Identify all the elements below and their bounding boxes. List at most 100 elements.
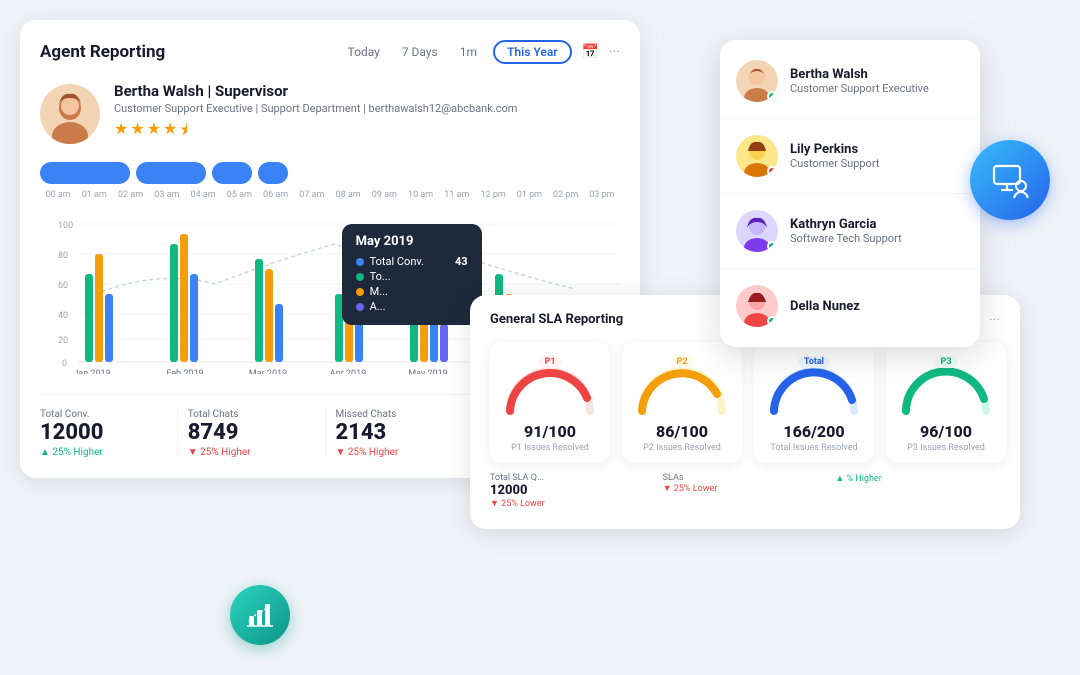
tl-11am: 11 am (439, 190, 475, 200)
dropdown-item-della[interactable]: Della Nunez (720, 273, 980, 339)
float-chart-button[interactable] (230, 585, 290, 645)
svg-text:20: 20 (58, 336, 68, 346)
header-nav: Today 7 Days 1m This Year 📅 ··· (342, 40, 620, 64)
stat-change-3: ▼ 25% Higher (336, 447, 463, 458)
gauge-p1: P1 91/100 P1 Issues Resolved (490, 342, 610, 463)
float-monitor-person-button[interactable] (970, 140, 1050, 220)
stat-value-3: 2143 (336, 422, 463, 444)
gauge-sub-p3: P3 Issues Resolved (907, 443, 985, 453)
tl-06am: 06 am (258, 190, 294, 200)
star-2: ★ (130, 119, 144, 146)
tooltip-dot-blue (356, 258, 364, 266)
tooltip-row-1: Total Conv. 43 (356, 255, 468, 268)
sla-title: General SLA Reporting (490, 312, 623, 327)
nav-today[interactable]: Today (342, 43, 386, 61)
avatar-bertha (736, 60, 778, 102)
stat-missed-chats: Missed Chats 2143 ▼ 25% Higher (326, 409, 474, 458)
sla-stat-label-1: Total SLA Q... (490, 473, 544, 483)
dropdown-divider-2 (720, 193, 980, 194)
gauge-value-p3: 96/100 (920, 422, 972, 441)
nav-1m[interactable]: 1m (454, 43, 483, 61)
timeline-pill-2 (136, 162, 206, 184)
stat-total-conv: Total Conv. 12000 ▲ 25% Higher (40, 409, 178, 458)
gauge-wrapper-p2: P2 (632, 356, 732, 416)
dropdown-name-della: Della Nunez (790, 299, 860, 314)
dropdown-item-bertha[interactable]: Bertha Walsh Customer Support Executive (720, 48, 980, 114)
dropdown-info-kathryn: Kathryn Garcia Software Tech Support (790, 217, 902, 245)
stat-label-1: Total Conv. (40, 409, 167, 420)
tl-04am: 04 am (185, 190, 221, 200)
dropdown-info-bertha: Bertha Walsh Customer Support Executive (790, 67, 929, 95)
dropdown-name-kathryn: Kathryn Garcia (790, 217, 902, 232)
tooltip-dot-green (356, 273, 364, 281)
gauge-badge-p3: P3 (935, 356, 958, 368)
status-dot-della (767, 316, 777, 326)
avatar-kathryn (736, 210, 778, 252)
gauge-value-p2: 86/100 (656, 422, 708, 441)
sla-stat-1: Total SLA Q... 12000 ▼ 25% Lower (490, 473, 655, 509)
agent-name: Bertha Walsh | Supervisor (114, 82, 517, 100)
agent-dropdown: Bertha Walsh Customer Support Executive … (720, 40, 980, 347)
gauge-sub-total: Total Issues Resolved (770, 443, 857, 453)
calendar-icon[interactable]: 📅 (582, 44, 599, 60)
gauges-row: P1 91/100 P1 Issues Resolved P2 86/100 P… (490, 342, 1000, 463)
sla-bottom-stats: Total SLA Q... 12000 ▼ 25% Lower SLAs ▼ … (490, 473, 1000, 509)
svg-text:Feb 2019: Feb 2019 (166, 369, 203, 374)
star-3: ★ (147, 119, 161, 146)
svg-text:40: 40 (58, 311, 68, 321)
gauge-sub-p2: P2 Issues Resolved (643, 443, 721, 453)
gauge-badge-p1: P1 (539, 356, 562, 368)
stat-change-2: ▼ 25% Higher (188, 447, 315, 458)
avatar-della (736, 285, 778, 327)
dropdown-name-lily: Lily Perkins (790, 142, 879, 157)
gauge-wrapper-p1: P1 (500, 356, 600, 416)
tl-01am: 01 am (76, 190, 112, 200)
svg-text:Mar 2019: Mar 2019 (249, 369, 287, 374)
gauge-p2: P2 86/100 P2 Issues Resolved (622, 342, 742, 463)
tl-03am: 03 am (149, 190, 185, 200)
dropdown-name-bertha: Bertha Walsh (790, 67, 929, 82)
dropdown-info-lily: Lily Perkins Customer Support (790, 142, 879, 170)
tooltip-row-2: To... (356, 270, 468, 283)
tooltip-row-4: A... (356, 300, 468, 313)
svg-text:80: 80 (58, 251, 68, 261)
stat-total-chats: Total Chats 8749 ▼ 25% Higher (178, 409, 326, 458)
tl-10am: 10 am (403, 190, 439, 200)
svg-text:60: 60 (58, 281, 68, 291)
nav-7days[interactable]: 7 Days (396, 43, 444, 61)
tl-09am: 09 am (366, 190, 402, 200)
agent-stars: ★ ★ ★ ★ ⯨ (114, 119, 517, 146)
svg-text:100: 100 (58, 221, 73, 231)
agent-info: Bertha Walsh | Supervisor Customer Suppo… (40, 82, 620, 146)
timeline-section: 00 am 01 am 02 am 03 am 04 am 05 am 06 a… (40, 162, 620, 200)
timeline-bars (40, 162, 620, 184)
svg-text:Apr 2019: Apr 2019 (330, 369, 366, 374)
svg-text:Jan 2019: Jan 2019 (73, 369, 110, 374)
more-icon[interactable]: ··· (609, 44, 620, 60)
chart-tooltip: May 2019 Total Conv. 43 To... M... A... (342, 224, 482, 325)
tl-01pm: 01 pm (511, 190, 547, 200)
avatar-lily (736, 135, 778, 177)
stat-value-2: 8749 (188, 422, 315, 444)
tooltip-label-4: A... (370, 300, 386, 313)
star-1: ★ (114, 119, 128, 146)
dropdown-item-lily[interactable]: Lily Perkins Customer Support (720, 123, 980, 189)
gauge-sub-p1: P1 Issues Resolved (511, 443, 589, 453)
dropdown-role-bertha: Customer Support Executive (790, 82, 929, 95)
timeline-pill-4 (258, 162, 288, 184)
sla-stat-2: SLAs ▼ 25% Lower (663, 473, 828, 509)
tooltip-row-3: M... (356, 285, 468, 298)
stat-change-1: ▲ 25% Higher (40, 447, 167, 458)
dropdown-item-kathryn[interactable]: Kathryn Garcia Software Tech Support (720, 198, 980, 264)
tl-00am: 00 am (40, 190, 76, 200)
nav-this-year[interactable]: This Year (493, 40, 572, 64)
tooltip-label-3: M... (370, 285, 388, 298)
tl-08am: 08 am (330, 190, 366, 200)
sla-more-icon[interactable]: ··· (989, 312, 1000, 328)
gauge-total: Total 166/200 Total Issues Resolved (754, 342, 874, 463)
tl-12pm: 12 pm (475, 190, 511, 200)
tl-03pm: 03 pm (584, 190, 620, 200)
status-dot-lily (767, 166, 777, 176)
page-title: Agent Reporting (40, 42, 165, 62)
gauge-value-total: 166/200 (783, 422, 844, 441)
